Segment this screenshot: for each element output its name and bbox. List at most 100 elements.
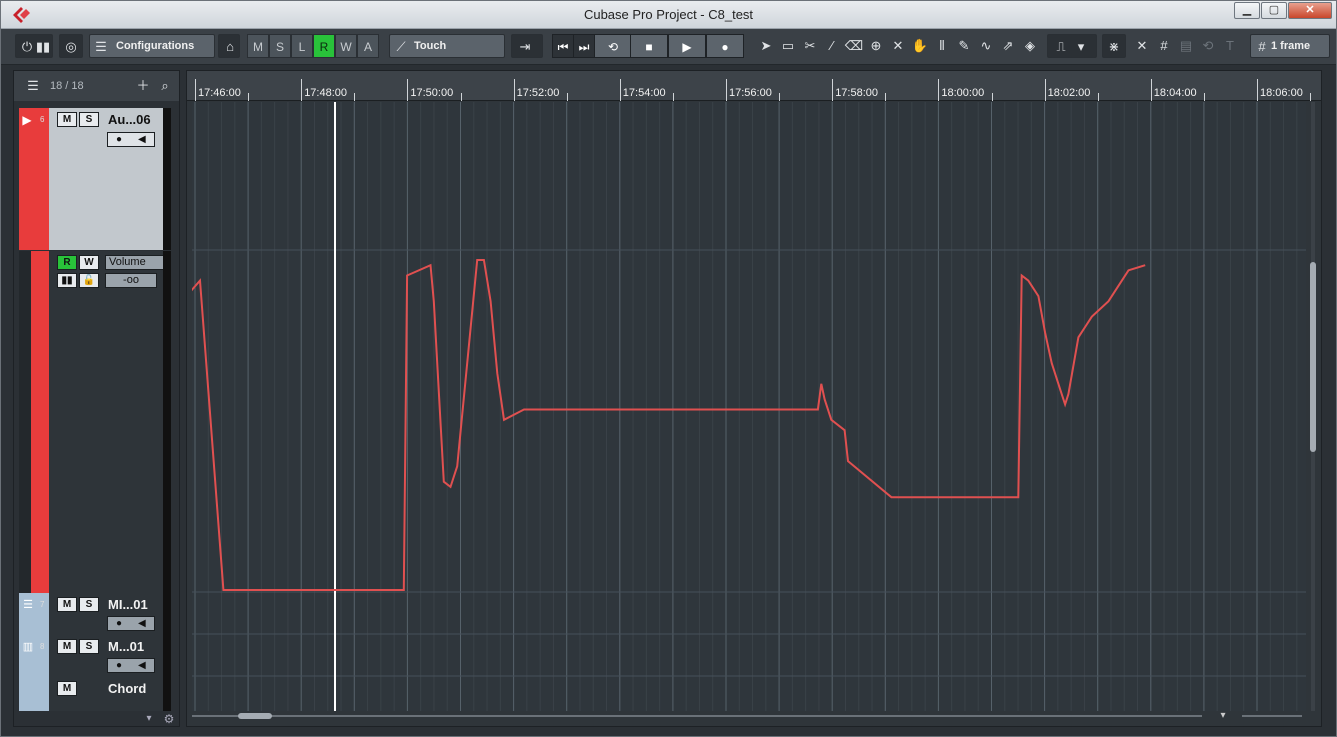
- line-tool-icon[interactable]: ∿: [975, 34, 997, 58]
- track-name[interactable]: Chord: [108, 681, 146, 696]
- time-warp-tool-icon[interactable]: ⫴: [931, 34, 953, 58]
- quantize-icon[interactable]: ⟲: [1197, 34, 1219, 58]
- activate-project-button[interactable]: ⏻ ▮▮: [15, 34, 53, 58]
- chevron-down-icon[interactable]: ▾: [138, 707, 160, 731]
- track-body: M Chord: [49, 677, 163, 711]
- horizontal-scrollbar[interactable]: ▾: [192, 710, 1312, 722]
- constrain-delay-button[interactable]: ◎: [59, 34, 83, 58]
- title-bar: Cubase Pro Project - C8_test ▁ ▢ ✕: [1, 1, 1336, 29]
- mode-button-l[interactable]: L: [291, 34, 313, 58]
- play-tool-icon[interactable]: ⇗: [997, 34, 1019, 58]
- mute-button[interactable]: M: [57, 597, 77, 612]
- time-ruler[interactable]: 17:46:00 17:48:00 17:50:00 17:52:00 17:54:00…: [187, 71, 1321, 101]
- mode-button-w[interactable]: W: [335, 34, 357, 58]
- monitor-icon[interactable]: ◀: [138, 134, 146, 145]
- solo-button[interactable]: S: [79, 639, 99, 654]
- gear-icon[interactable]: ⚙: [158, 707, 180, 731]
- play-button[interactable]: ▶: [668, 34, 706, 58]
- track-name[interactable]: M...01: [108, 639, 144, 654]
- lock-icon[interactable]: 🔓: [79, 273, 99, 288]
- ruler-tick: [938, 79, 940, 101]
- quantize-preset-dropdown[interactable]: # 1 frame: [1250, 34, 1330, 58]
- solo-button[interactable]: S: [79, 112, 99, 127]
- monitor-icon[interactable]: ◀: [138, 618, 146, 629]
- home-button[interactable]: ⌂: [218, 34, 240, 58]
- color-tool-icon[interactable]: ◈: [1019, 34, 1041, 58]
- play-icon: ▶: [682, 40, 692, 54]
- track-audio-06[interactable]: ▶ 6 M S Au...06 ● ◀: [19, 108, 171, 250]
- grid-icon[interactable]: #: [1153, 34, 1175, 58]
- solo-button[interactable]: S: [79, 597, 99, 612]
- mute-button[interactable]: M: [57, 681, 77, 696]
- track-midi-01[interactable]: ☰ 7 M S MI...01 ● ◀: [19, 593, 171, 635]
- automation-mode-dropdown[interactable]: ⟋ Touch: [389, 34, 505, 58]
- stop-button[interactable]: ■: [630, 34, 668, 58]
- track-list-menu-icon[interactable]: ☰: [22, 74, 44, 98]
- minimize-button[interactable]: ▁: [1234, 2, 1260, 19]
- cycle-button[interactable]: ⟲: [594, 34, 632, 58]
- automation-track-volume[interactable]: R W ▮▮ 🔓 Volume -oo: [19, 251, 171, 593]
- track-chord[interactable]: M Chord: [19, 677, 171, 711]
- quantize-type-icon[interactable]: T: [1219, 34, 1241, 58]
- record-enable-icon[interactable]: ●: [116, 134, 122, 145]
- automation-parameter-select[interactable]: Volume: [105, 255, 165, 270]
- cycle-icon: ⟲: [607, 40, 619, 54]
- hand-tool-icon[interactable]: ✋: [909, 34, 931, 58]
- automation-lane[interactable]: [192, 102, 1306, 711]
- stop-icon: ■: [645, 40, 653, 54]
- mode-button-r[interactable]: R: [313, 34, 335, 58]
- record-monitor-controls[interactable]: ● ◀: [107, 658, 155, 673]
- close-button[interactable]: ✕: [1288, 2, 1332, 19]
- autoscroll-button[interactable]: ⋇: [1102, 34, 1126, 58]
- goto-end-button[interactable]: ⏭: [573, 34, 595, 58]
- vertical-scroll-thumb[interactable]: [1310, 262, 1316, 452]
- record-monitor-controls[interactable]: ● ◀: [107, 132, 155, 147]
- split-tool-icon[interactable]: ✂: [799, 34, 821, 58]
- mute-button[interactable]: M: [57, 639, 77, 654]
- track-color-strip: [31, 251, 49, 593]
- record-button[interactable]: ●: [706, 34, 744, 58]
- pointer-tool-icon[interactable]: ➤: [755, 34, 777, 58]
- record-monitor-controls[interactable]: ● ◀: [107, 616, 155, 631]
- zoom-tool-icon[interactable]: ⊕: [865, 34, 887, 58]
- quantize-preset-value: 1 frame: [1271, 40, 1311, 52]
- ruler-tick: [195, 79, 196, 101]
- chevron-down-icon[interactable]: ▾: [1212, 704, 1234, 728]
- grid-type-icon[interactable]: ▤: [1175, 34, 1197, 58]
- mute-button[interactable]: M: [57, 112, 77, 127]
- mute-tool-icon[interactable]: ✕: [887, 34, 909, 58]
- ruler-subtick: [1203, 93, 1205, 101]
- monitor-icon[interactable]: ◀: [138, 660, 146, 671]
- zoom-slider[interactable]: [1242, 715, 1302, 717]
- track-name[interactable]: Au...06: [108, 112, 151, 127]
- automation-value[interactable]: -oo: [105, 273, 157, 288]
- mode-button-s[interactable]: S: [269, 34, 291, 58]
- track-midi-01-b[interactable]: ▥ 8 M S M...01 ● ◀: [19, 635, 171, 677]
- maximize-button[interactable]: ▢: [1261, 2, 1287, 19]
- track-name[interactable]: MI...01: [108, 597, 148, 612]
- line-type-dropdown[interactable]: ⎍ ▾: [1047, 34, 1097, 58]
- glue-tool-icon[interactable]: ∕: [821, 34, 843, 58]
- goto-start-button[interactable]: ⏮: [552, 34, 574, 58]
- snap-toggle-icon[interactable]: ✕: [1131, 34, 1153, 58]
- mode-button-m[interactable]: M: [247, 34, 269, 58]
- home-icon: ⌂: [226, 39, 234, 54]
- ruler-label: 17:54:00: [622, 87, 666, 99]
- read-automation-button[interactable]: R: [57, 255, 77, 270]
- ruler-tick: [726, 79, 727, 101]
- track-expand-icon[interactable]: ▶: [19, 108, 35, 132]
- range-tool-icon[interactable]: ▭: [777, 34, 799, 58]
- search-icon[interactable]: ⌕: [154, 74, 176, 98]
- record-enable-icon[interactable]: ●: [116, 660, 122, 671]
- record-enable-icon[interactable]: ●: [116, 618, 122, 629]
- write-automation-button[interactable]: W: [79, 255, 99, 270]
- mute-automation-icon[interactable]: ▮▮: [57, 273, 77, 288]
- mode-button-a[interactable]: A: [357, 34, 379, 58]
- vertical-scrollbar[interactable]: [1307, 102, 1319, 711]
- configurations-dropdown[interactable]: ☰ Configurations: [89, 34, 215, 58]
- erase-tool-icon[interactable]: ⌫: [843, 34, 865, 58]
- nudge-button[interactable]: ⇥: [511, 34, 543, 58]
- draw-tool-icon[interactable]: ✎: [953, 34, 975, 58]
- horizontal-scroll-thumb[interactable]: [238, 713, 272, 719]
- add-track-icon[interactable]: ＋: [132, 74, 154, 98]
